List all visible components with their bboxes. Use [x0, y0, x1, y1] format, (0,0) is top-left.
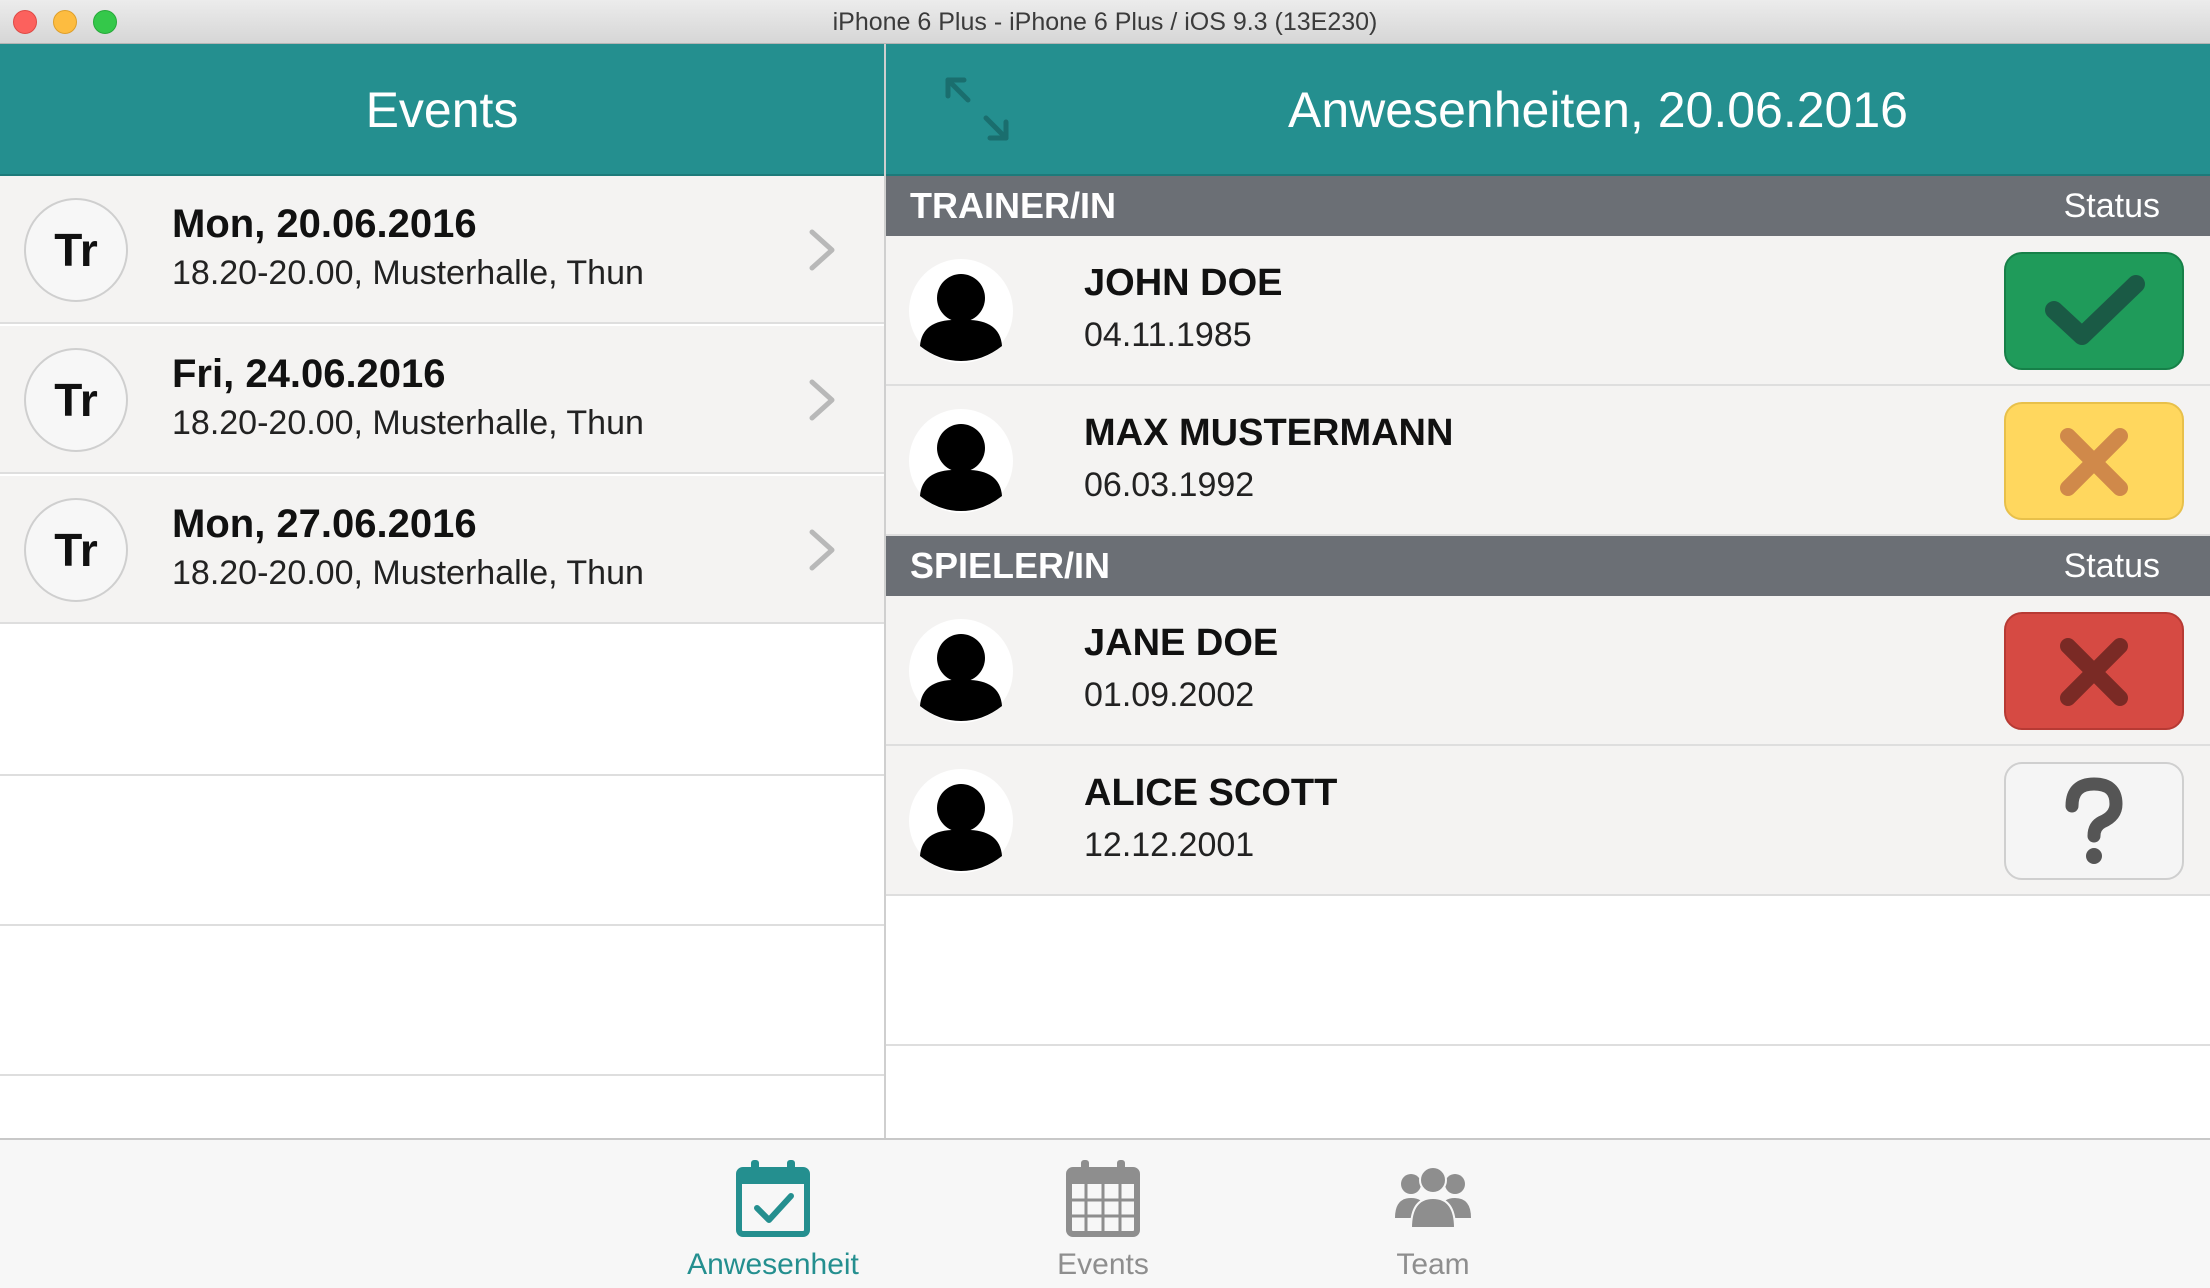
event-row[interactable]: Tr Mon, 27.06.2016 18.20-20.00, Musterha… [0, 476, 884, 624]
person-avatar-icon [909, 409, 1013, 513]
section-status-label: Status [2063, 187, 2160, 225]
person-row[interactable]: ALICE SCOTT 12.12.2001 [886, 746, 2210, 896]
calendar-check-icon [736, 1160, 810, 1237]
event-location: 18.20-20.00, Musterhalle, Thun [172, 554, 644, 592]
chevron-right-icon [809, 379, 835, 421]
status-maybe-button[interactable] [2004, 402, 2184, 520]
calendar-grid-icon [1066, 1160, 1140, 1237]
cross-icon [2060, 428, 2128, 496]
person-name: JANE DOE [1084, 622, 1279, 664]
person-name: MAX MUSTERMANN [1084, 412, 1454, 454]
tab-label: Anwesenheit [687, 1248, 859, 1281]
checkmark-icon [2045, 275, 2145, 345]
person-avatar-icon [909, 769, 1013, 873]
tab-team[interactable]: Team [1313, 1140, 1553, 1288]
tab-anwesenheit[interactable]: Anwesenheit [653, 1140, 893, 1288]
person-avatar-icon [909, 259, 1013, 363]
empty-table-row [886, 896, 2210, 1046]
event-type-badge: Tr [24, 198, 128, 302]
person-birthdate: 06.03.1992 [1084, 466, 1255, 504]
event-location: 18.20-20.00, Musterhalle, Thun [172, 254, 644, 292]
person-name: ALICE SCOTT [1084, 772, 1338, 814]
status-present-button[interactable] [2004, 252, 2184, 370]
empty-table-row [0, 776, 884, 926]
event-date: Mon, 20.06.2016 [172, 202, 477, 246]
event-type-badge: Tr [24, 348, 128, 452]
team-icon [1395, 1166, 1471, 1229]
event-date: Fri, 24.06.2016 [172, 352, 446, 396]
person-birthdate: 12.12.2001 [1084, 826, 1255, 864]
tab-bar: Anwesenheit Events Team [0, 1138, 2210, 1288]
tab-events[interactable]: Events [983, 1140, 1223, 1288]
chevron-right-icon [809, 229, 835, 271]
tab-label: Team [1396, 1248, 1470, 1281]
section-title: TRAINER/IN [910, 185, 1116, 226]
chevron-right-icon [809, 529, 835, 571]
person-avatar-icon [909, 619, 1013, 723]
event-row[interactable]: Tr Mon, 20.06.2016 18.20-20.00, Musterha… [0, 176, 884, 324]
cross-icon [2060, 638, 2128, 706]
person-birthdate: 04.11.1985 [1084, 316, 1252, 354]
attendance-pane: Anwesenheiten, 20.06.2016 TRAINER/IN Sta… [886, 44, 2210, 1138]
window-titlebar: iPhone 6 Plus - iPhone 6 Plus / iOS 9.3 … [0, 0, 2210, 44]
section-title: SPIELER/IN [910, 545, 1111, 586]
person-row[interactable]: JOHN DOE 04.11.1985 [886, 236, 2210, 386]
tab-label: Events [1057, 1248, 1149, 1281]
status-absent-button[interactable] [2004, 612, 2184, 730]
person-row[interactable]: MAX MUSTERMANN 06.03.1992 [886, 386, 2210, 536]
section-header-players: SPIELER/IN Status [886, 536, 2210, 596]
person-birthdate: 01.09.2002 [1084, 676, 1255, 714]
empty-table-row [0, 926, 884, 1076]
section-header-trainer: TRAINER/IN Status [886, 176, 2210, 236]
empty-table-row [0, 626, 884, 776]
attendance-title: Anwesenheiten, 20.06.2016 [1288, 82, 1908, 138]
attendance-navbar: Anwesenheiten, 20.06.2016 [886, 44, 2210, 176]
window-title: iPhone 6 Plus - iPhone 6 Plus / iOS 9.3 … [832, 8, 1378, 36]
question-mark-icon [2065, 777, 2123, 864]
section-status-label: Status [2063, 547, 2160, 585]
event-row[interactable]: Tr Fri, 24.06.2016 18.20-20.00, Musterha… [0, 326, 884, 474]
events-pane: Events Tr Mon, 20.06.2016 18.20-20.00, M… [0, 44, 884, 1138]
person-name: JOHN DOE [1084, 262, 1283, 304]
events-title: Events [365, 82, 519, 138]
event-location: 18.20-20.00, Musterhalle, Thun [172, 404, 644, 442]
event-type-badge: Tr [24, 498, 128, 602]
event-date: Mon, 27.06.2016 [172, 502, 477, 546]
person-row[interactable]: JANE DOE 01.09.2002 [886, 596, 2210, 746]
events-navbar: Events [0, 44, 884, 176]
status-unknown-button[interactable] [2004, 762, 2184, 880]
